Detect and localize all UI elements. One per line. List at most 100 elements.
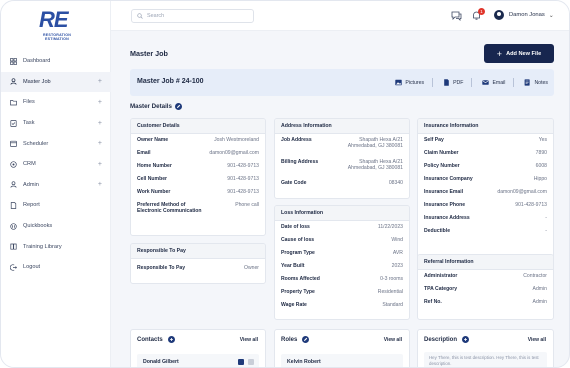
detail-value: Phone call: [235, 202, 259, 208]
detail-value: Yes: [538, 137, 547, 143]
insurance-information-card: Insurance Information Self Pay Yes Claim …: [417, 118, 554, 276]
detail-row: Work Number 901-428-9713: [137, 189, 259, 202]
edit-icon[interactable]: [302, 336, 310, 343]
detail-row: Insurance Address -: [424, 215, 547, 228]
expand-icon[interactable]: +: [98, 181, 102, 188]
detail-row: Responsible To Pay Owner: [137, 265, 259, 278]
detail-row: Deductible -: [424, 228, 547, 241]
email-button[interactable]: Email: [482, 78, 515, 87]
detail-key: Claim Number: [424, 150, 459, 156]
detail-row: Property Type Residential: [281, 289, 403, 302]
logout-icon: [10, 264, 17, 271]
logo-subtitle: RESTORATION ESTIMATION: [42, 33, 72, 41]
add-new-file-button[interactable]: + Add New File: [484, 44, 554, 63]
detail-row: Year Built 2023: [281, 263, 403, 276]
add-description-icon[interactable]: [462, 336, 470, 343]
notes-button[interactable]: Notes: [524, 78, 548, 87]
edit-icon[interactable]: [238, 358, 244, 365]
edit-icon[interactable]: [174, 103, 182, 110]
detail-row: Insurance Phone 901-428-9713: [424, 202, 547, 215]
detail-value: 6008: [535, 163, 547, 169]
sidebar-item-scheduler[interactable]: Scheduler +: [1, 133, 111, 154]
detail-value: Shapath Hexa A/21 Ahmedabad, GJ 380081: [347, 137, 403, 150]
contacts-view-all-link[interactable]: View all: [240, 337, 258, 343]
app-window: RE RESTORATION ESTIMATION Dashboard Mast…: [0, 0, 570, 368]
sidebar-item-crm[interactable]: CRM +: [1, 154, 111, 175]
detail-value: Wind: [391, 237, 403, 243]
list-item[interactable]: Kelvin Robert: [281, 354, 403, 367]
detail-key: Gate Code: [281, 180, 307, 186]
detail-row: Wage Rate Standard: [281, 302, 403, 315]
task-icon: [10, 119, 17, 127]
crm-icon: [10, 161, 17, 168]
detail-row: Claim Number 7890: [424, 150, 547, 163]
page-title: Master Job: [130, 49, 168, 58]
pictures-label: Pictures: [405, 79, 425, 86]
chevron-down-icon: ⌄: [548, 12, 554, 19]
detail-key: Administrator: [424, 273, 458, 279]
customer-details-card: Customer Details Owner Name Josh Westmore…: [130, 118, 266, 236]
pictures-button[interactable]: Pictures: [395, 78, 434, 87]
chat-icon[interactable]: [451, 10, 462, 21]
detail-value: Josh Westmoreland: [214, 137, 259, 143]
user-menu[interactable]: Damon Jonas ⌄: [494, 10, 554, 20]
contacts-card: Contacts View all Donald Gilbert: [130, 329, 266, 367]
list-item[interactable]: Donald Gilbert: [137, 354, 259, 367]
roles-header: Roles: [281, 336, 310, 343]
admin-icon: [10, 181, 17, 189]
card-title: Customer Details: [131, 119, 265, 134]
address-information-card: Address Information Job Address Shapath H…: [274, 118, 410, 199]
sidebar-item-task[interactable]: Task +: [1, 113, 111, 134]
sidebar-item-master-job[interactable]: Master Job +: [1, 71, 111, 93]
sidebar-item-label: Dashboard: [23, 58, 51, 65]
card-title: Address Information: [275, 119, 409, 134]
sidebar-item-training-library[interactable]: Training Library: [1, 236, 111, 257]
description-text: Hey There, this is test description. Hey…: [424, 352, 547, 367]
add-contact-icon[interactable]: [167, 336, 175, 343]
detail-value: 901-428-9713: [515, 202, 547, 208]
pdf-button[interactable]: PDF: [443, 78, 473, 87]
delete-icon[interactable]: [248, 358, 254, 365]
sidebar-item-files[interactable]: Files +: [1, 92, 111, 113]
description-view-all-link[interactable]: View all: [528, 337, 546, 343]
sidebar-item-quickbooks[interactable]: Quickbooks: [1, 216, 111, 237]
responsible-to-pay-card: Responsible To Pay Responsible To Pay Own…: [130, 243, 266, 284]
detail-value: 901-428-9713: [227, 176, 259, 182]
detail-key: Insurance Address: [424, 215, 470, 221]
sidebar-item-label: Training Library: [23, 243, 62, 250]
detail-value: 08340: [388, 180, 403, 186]
loss-information-card: Loss Information Date of loss 11/22/2023 …: [274, 205, 410, 320]
description-card: Description View all Hey There, this is …: [417, 329, 554, 367]
detail-value: Residential: [377, 289, 403, 295]
sidebar-item-label: Admin: [23, 181, 39, 188]
expand-icon[interactable]: +: [98, 78, 102, 85]
detail-key: Responsible To Pay: [137, 265, 186, 271]
roles-view-all-link[interactable]: View all: [384, 337, 402, 343]
sidebar-item-logout[interactable]: Logout: [1, 257, 111, 278]
expand-icon[interactable]: +: [98, 140, 102, 147]
detail-value: 0-3 rooms: [380, 276, 403, 282]
detail-row: Home Number 901-428-9713: [137, 163, 259, 176]
expand-icon[interactable]: +: [98, 120, 102, 127]
main-content: Master Job + Add New File Master Job # 2…: [111, 31, 569, 367]
search-input[interactable]: Search: [131, 9, 254, 23]
detail-value: 901-428-9713: [227, 189, 259, 195]
master-details-label: Master Details: [130, 103, 172, 110]
detail-key: Cell Number: [137, 176, 168, 182]
sidebar-item-dashboard[interactable]: Dashboard: [1, 51, 111, 72]
referral-information-card: Referral Information Administrator Contra…: [417, 254, 554, 320]
sidebar-item-report[interactable]: Report: [1, 195, 111, 216]
library-icon: [10, 243, 17, 250]
detail-value: damon09@gmail.com: [209, 150, 259, 156]
detail-row: Cell Number 901-428-9713: [137, 176, 259, 189]
app-logo[interactable]: RE RESTORATION ESTIMATION: [35, 7, 79, 43]
detail-value: Hippo: [533, 176, 547, 182]
expand-icon[interactable]: +: [98, 161, 102, 168]
expand-icon[interactable]: +: [98, 99, 102, 106]
notification-badge: 1: [478, 8, 485, 15]
contacts-header: Contacts: [137, 336, 175, 343]
sidebar-item-admin[interactable]: Admin +: [1, 175, 111, 196]
top-bar: Search 1 Damon Jonas ⌄: [111, 1, 569, 31]
dashboard-icon: [10, 57, 17, 65]
card-title: Insurance Information: [418, 119, 553, 134]
